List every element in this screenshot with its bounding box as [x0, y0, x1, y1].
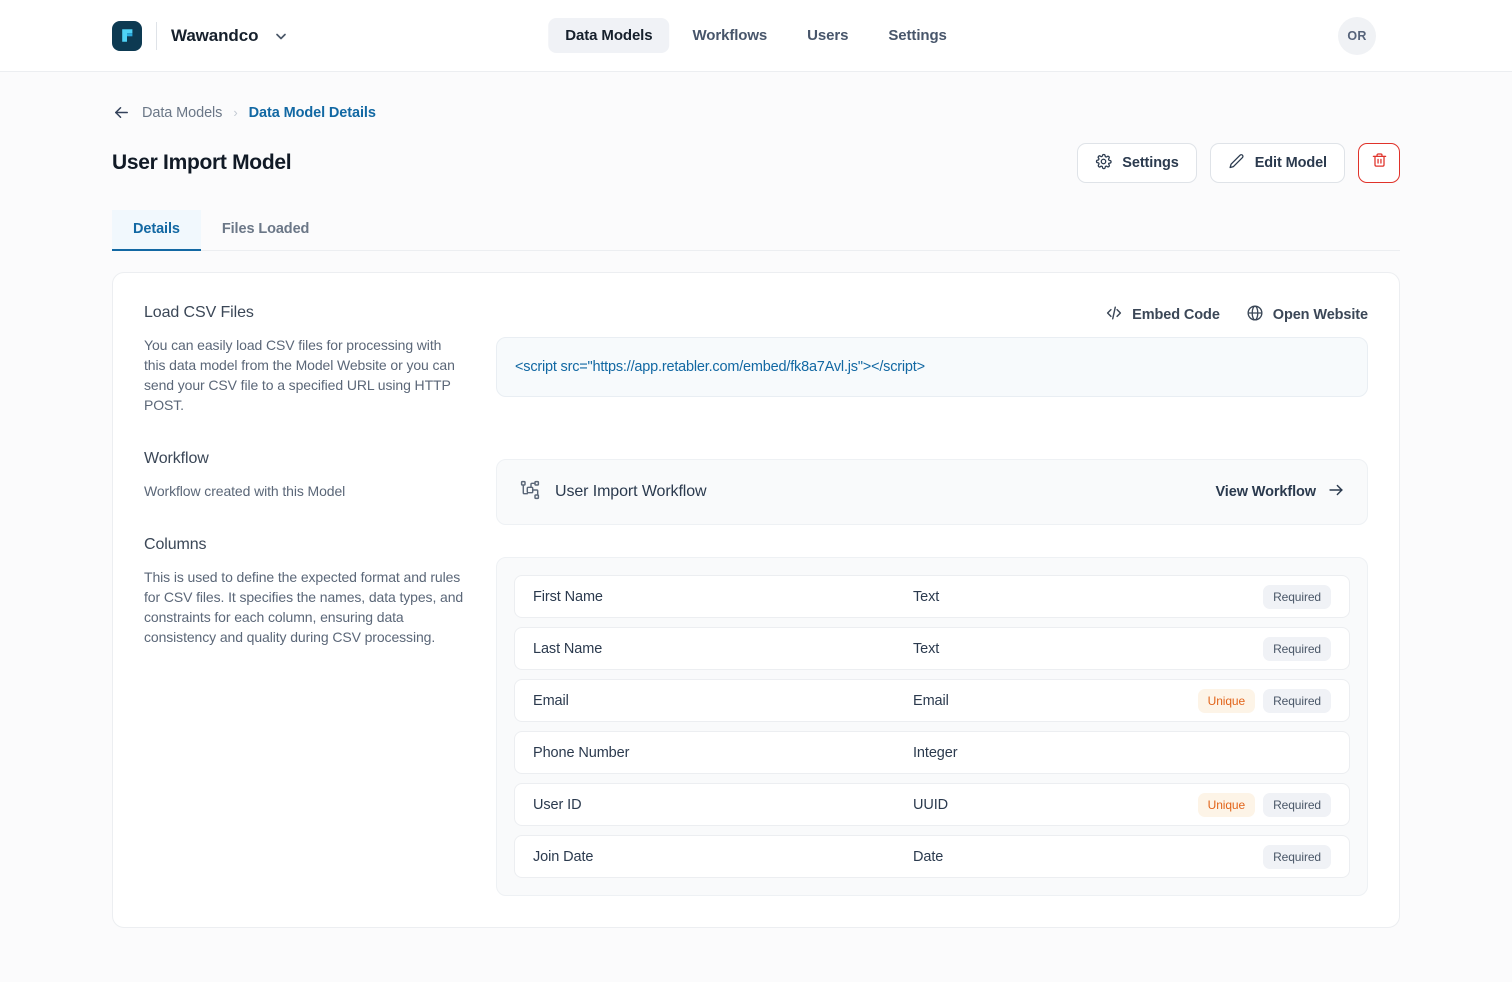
- column-badges: Required: [1263, 845, 1331, 869]
- column-badges: Unique Required: [1198, 793, 1331, 817]
- column-name: Phone Number: [533, 745, 913, 761]
- arrow-left-icon[interactable]: [112, 103, 131, 122]
- trash-icon: [1371, 152, 1388, 174]
- status-badge-required: Required: [1263, 585, 1331, 609]
- nav-item-data-models[interactable]: Data Models: [548, 18, 669, 53]
- retabler-logo-icon: [112, 21, 142, 51]
- table-row[interactable]: First Name Text Required: [514, 575, 1350, 618]
- column-name: Email: [533, 693, 913, 709]
- pencil-icon: [1228, 153, 1245, 174]
- nav-item-workflows[interactable]: Workflows: [676, 18, 785, 53]
- details-right-column: Embed Code Open Website <script src="htt…: [496, 304, 1368, 896]
- status-badge-unique: Unique: [1198, 689, 1255, 713]
- main-navigation: Data Models Workflows Users Settings: [548, 18, 964, 53]
- breadcrumb-current[interactable]: Data Model Details: [249, 105, 376, 121]
- embed-code-label: Embed Code: [1132, 307, 1220, 323]
- tab-files-loaded[interactable]: Files Loaded: [201, 210, 330, 251]
- page-header-row: User Import Model Settings: [112, 143, 1400, 183]
- section-workflow: Workflow Workflow created with this Mode…: [144, 450, 466, 501]
- chevron-down-icon[interactable]: [274, 29, 288, 43]
- nav-item-users[interactable]: Users: [790, 18, 865, 53]
- breadcrumb-parent-link[interactable]: Data Models: [142, 105, 222, 121]
- columns-table: First Name Text Required Last Name Text …: [496, 557, 1368, 896]
- delete-model-button[interactable]: [1358, 143, 1400, 183]
- view-workflow-button[interactable]: View Workflow: [1216, 481, 1346, 503]
- status-badge-unique: Unique: [1198, 793, 1255, 817]
- column-type: Integer: [913, 745, 1331, 761]
- section-load-csv-body: You can easily load CSV files for proces…: [144, 335, 466, 415]
- code-panel-header: Embed Code Open Website: [496, 304, 1368, 326]
- workflow-card[interactable]: User Import Workflow View Workflow: [496, 459, 1368, 525]
- breadcrumb-separator: ›: [233, 105, 237, 120]
- section-columns: Columns This is used to define the expec…: [144, 536, 466, 647]
- embed-code-snippet[interactable]: <script src="https://app.retabler.com/em…: [496, 337, 1368, 397]
- column-type: Date: [913, 849, 1263, 865]
- column-name: Last Name: [533, 641, 913, 657]
- details-left-column: Load CSV Files You can easily load CSV f…: [144, 304, 466, 896]
- page-content: Data Models › Data Model Details User Im…: [0, 72, 1512, 982]
- status-badge-required: Required: [1263, 845, 1331, 869]
- column-type: Email: [913, 693, 1198, 709]
- section-columns-title: Columns: [144, 536, 466, 554]
- workflow-icon: [519, 479, 541, 506]
- column-badges: Required: [1263, 637, 1331, 661]
- view-workflow-label: View Workflow: [1216, 484, 1317, 500]
- settings-button-label: Settings: [1122, 155, 1178, 171]
- open-website-label: Open Website: [1273, 307, 1368, 323]
- column-name: User ID: [533, 797, 913, 813]
- embed-code-button[interactable]: Embed Code: [1105, 304, 1220, 326]
- gear-icon: [1095, 153, 1112, 174]
- brand-area[interactable]: Wawandco: [112, 21, 288, 51]
- app-root: Wawandco Data Models Workflows Users Set…: [0, 0, 1512, 982]
- globe-icon: [1246, 304, 1264, 326]
- table-row[interactable]: Email Email Unique Required: [514, 679, 1350, 722]
- page-actions: Settings Edit Model: [1077, 143, 1400, 183]
- column-type: UUID: [913, 797, 1198, 813]
- details-panel: Load CSV Files You can easily load CSV f…: [112, 272, 1400, 928]
- section-workflow-body: Workflow created with this Model: [144, 481, 466, 501]
- table-row[interactable]: Phone Number Integer: [514, 731, 1350, 774]
- detail-tabs: Details Files Loaded: [112, 210, 1400, 251]
- column-badges: Unique Required: [1198, 689, 1331, 713]
- edit-model-button[interactable]: Edit Model: [1210, 143, 1345, 183]
- breadcrumb: Data Models › Data Model Details: [112, 72, 1400, 122]
- brand-name: Wawandco: [171, 26, 258, 46]
- top-navigation-bar: Wawandco Data Models Workflows Users Set…: [0, 0, 1512, 72]
- status-badge-required: Required: [1263, 689, 1331, 713]
- table-row[interactable]: User ID UUID Unique Required: [514, 783, 1350, 826]
- column-badges: Required: [1263, 585, 1331, 609]
- section-load-csv-title: Load CSV Files: [144, 304, 466, 322]
- brand-divider: [156, 22, 157, 50]
- workflow-card-left: User Import Workflow: [519, 479, 707, 506]
- status-badge-required: Required: [1263, 637, 1331, 661]
- edit-model-button-label: Edit Model: [1255, 155, 1327, 171]
- workflow-card-name: User Import Workflow: [555, 483, 707, 501]
- table-row[interactable]: Join Date Date Required: [514, 835, 1350, 878]
- table-row[interactable]: Last Name Text Required: [514, 627, 1350, 670]
- code-icon: [1105, 304, 1123, 326]
- section-columns-body: This is used to define the expected form…: [144, 567, 466, 647]
- arrow-right-icon: [1327, 481, 1345, 503]
- section-workflow-title: Workflow: [144, 450, 466, 468]
- open-website-button[interactable]: Open Website: [1246, 304, 1368, 326]
- status-badge-required: Required: [1263, 793, 1331, 817]
- column-type: Text: [913, 641, 1263, 657]
- column-name: Join Date: [533, 849, 913, 865]
- page-title: User Import Model: [112, 151, 291, 175]
- nav-item-settings[interactable]: Settings: [871, 18, 963, 53]
- settings-button[interactable]: Settings: [1077, 143, 1196, 183]
- tab-details[interactable]: Details: [112, 210, 201, 251]
- column-name: First Name: [533, 589, 913, 605]
- user-avatar[interactable]: OR: [1338, 17, 1376, 55]
- section-load-csv: Load CSV Files You can easily load CSV f…: [144, 304, 466, 415]
- column-type: Text: [913, 589, 1263, 605]
